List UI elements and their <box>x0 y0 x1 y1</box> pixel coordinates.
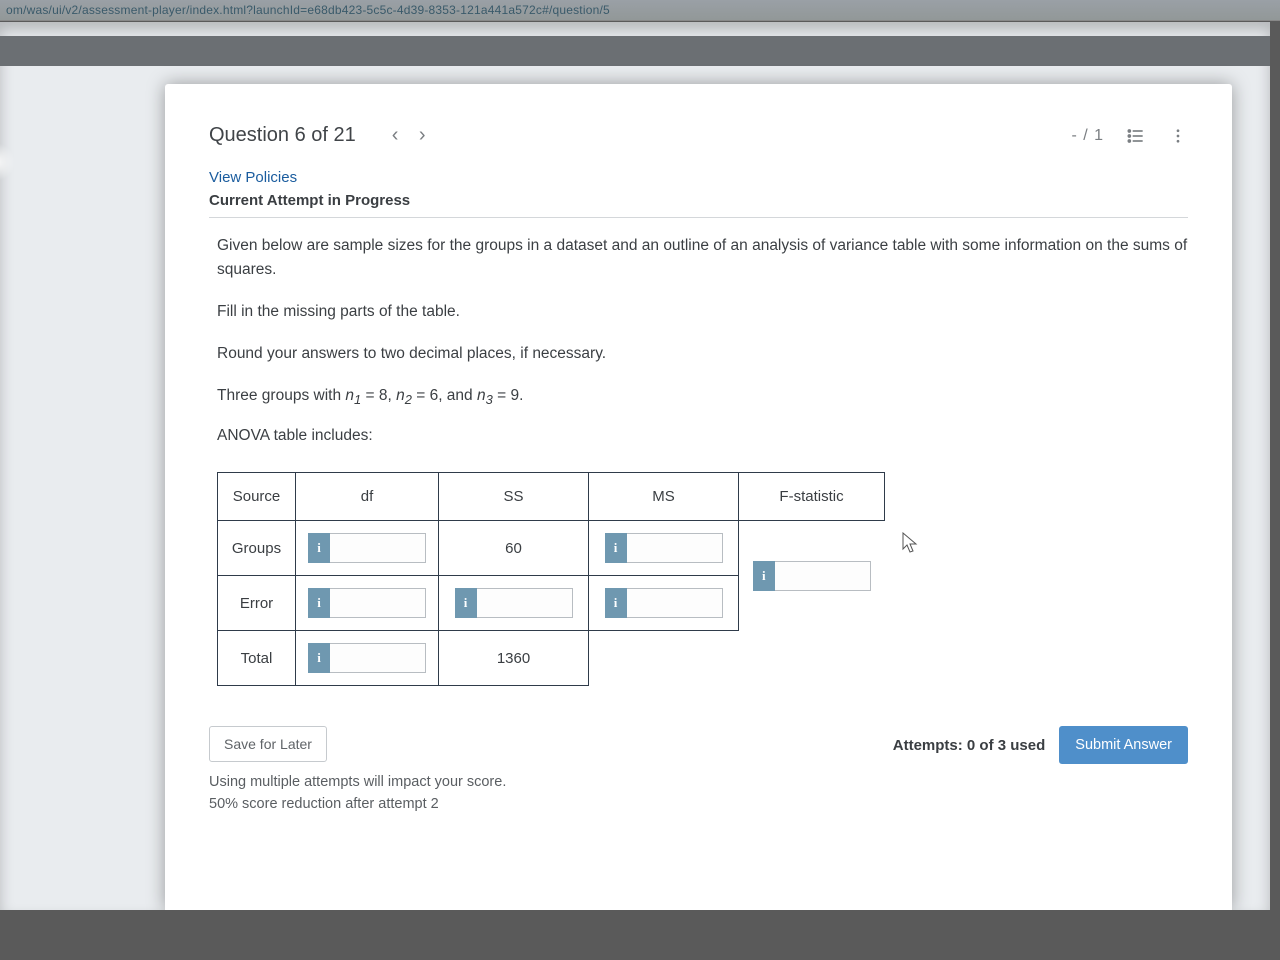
question-header: Question 6 of 21 ‹ › - / 1 <box>209 120 1188 151</box>
error-label: Error <box>218 576 296 631</box>
info-icon[interactable]: i <box>308 643 330 673</box>
col-ms: MS <box>589 473 739 521</box>
groups-ms-input[interactable] <box>627 533 723 563</box>
prompt-p1: Given below are sample sizes for the gro… <box>217 234 1188 282</box>
info-icon[interactable]: i <box>753 561 775 591</box>
groups-df-input[interactable] <box>330 533 426 563</box>
groups-label: Groups <box>218 521 296 576</box>
col-df: df <box>296 473 439 521</box>
error-df-input[interactable] <box>330 588 426 618</box>
error-ss-input[interactable] <box>477 588 573 618</box>
f-stat-field: i <box>753 561 871 591</box>
prompt-p4: Three groups with n1 = 8, n2 = 6, and n3… <box>217 384 1188 410</box>
assessment-page: Question 6 of 21 ‹ › - / 1 <box>165 84 1232 910</box>
question-title: Question 6 of 21 <box>209 124 356 147</box>
app-top-band <box>0 36 1270 66</box>
divider <box>209 217 1188 218</box>
total-label: Total <box>218 631 296 686</box>
more-menu-icon[interactable] <box>1168 126 1188 146</box>
groups-ms-field: i <box>605 533 723 563</box>
error-ms-input[interactable] <box>627 588 723 618</box>
col-source: Source <box>218 473 296 521</box>
prompt-p5: ANOVA table includes: <box>217 424 1188 448</box>
info-icon[interactable]: i <box>308 588 330 618</box>
question-list-icon[interactable] <box>1126 126 1146 146</box>
error-ss-field: i <box>455 588 573 618</box>
anova-table: Source df SS MS F-statistic Groups i 60 … <box>217 472 885 686</box>
footer: Save for Later Using multiple attempts w… <box>209 726 1188 816</box>
anova-total-row: Total i 1360 <box>218 631 885 686</box>
attempt-status: Current Attempt in Progress <box>209 192 1188 209</box>
info-icon[interactable]: i <box>605 533 627 563</box>
viewport: Question 6 of 21 ‹ › - / 1 <box>0 22 1270 910</box>
groups-df-field: i <box>308 533 426 563</box>
info-icon[interactable]: i <box>455 588 477 618</box>
anova-groups-row: Groups i 60 i i <box>218 521 885 576</box>
info-icon[interactable]: i <box>605 588 627 618</box>
info-icon[interactable]: i <box>308 533 330 563</box>
attempt-note: Using multiple attempts will impact your… <box>209 772 506 816</box>
col-f: F-statistic <box>739 473 885 521</box>
anova-head-row: Source df SS MS F-statistic <box>218 473 885 521</box>
save-for-later-button[interactable]: Save for Later <box>209 726 327 762</box>
prompt-p3: Round your answers to two decimal places… <box>217 342 1188 366</box>
screen-glare <box>0 142 14 182</box>
groups-ss: 60 <box>439 521 589 576</box>
prev-question-button[interactable]: ‹ <box>384 120 407 151</box>
total-ss: 1360 <box>439 631 589 686</box>
total-df-input[interactable] <box>330 643 426 673</box>
question-body: Given below are sample sizes for the gro… <box>209 234 1188 686</box>
next-question-button[interactable]: › <box>411 120 434 151</box>
f-stat-input[interactable] <box>775 561 871 591</box>
attempts-counter: Attempts: 0 of 3 used <box>893 737 1046 754</box>
prompt-p2: Fill in the missing parts of the table. <box>217 300 1188 324</box>
browser-url-bar: om/was/ui/v2/assessment-player/index.htm… <box>0 0 1280 21</box>
total-df-field: i <box>308 643 426 673</box>
error-ms-field: i <box>605 588 723 618</box>
submit-answer-button[interactable]: Submit Answer <box>1059 726 1188 764</box>
error-df-field: i <box>308 588 426 618</box>
view-policies-link[interactable]: View Policies <box>209 169 297 186</box>
col-ss: SS <box>439 473 589 521</box>
score-indicator: - / 1 <box>1071 127 1104 145</box>
